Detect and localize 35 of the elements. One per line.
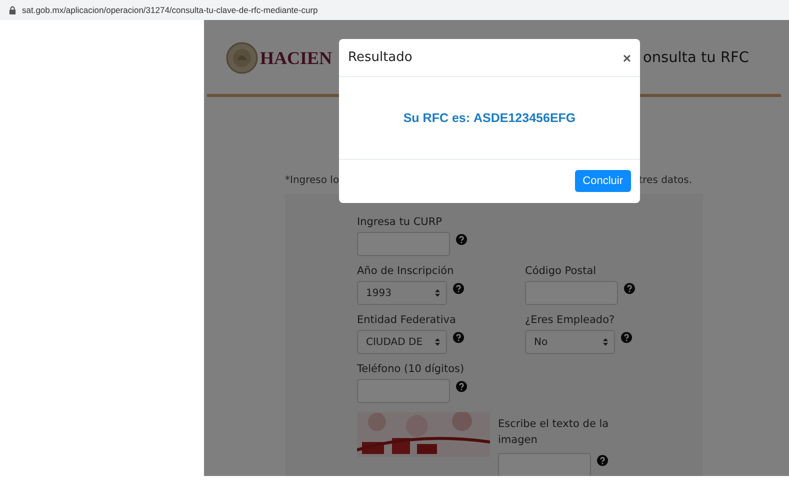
result-message: Su RFC es: ASDE123456EFG xyxy=(403,111,576,125)
instruction-text: *Ingreso lo xyxy=(285,175,340,186)
sort-icon xyxy=(603,338,608,346)
select-field[interactable]: No xyxy=(525,330,615,354)
help-icon[interactable] xyxy=(453,283,464,294)
help-icon[interactable] xyxy=(453,332,464,343)
select-field[interactable]: 1993 xyxy=(357,281,447,305)
field-label: Año de Inscripción xyxy=(357,265,455,277)
url-text: sat.gob.mx/aplicacion/operacion/31274/consulta-tu-clave-de-rfc-mediante-curp xyxy=(22,5,318,15)
field-label: Ingresa tu CURP xyxy=(357,216,443,228)
select-field[interactable]: CIUDAD DE xyxy=(357,330,447,354)
field-label: Teléfono (10 dígitos) xyxy=(357,363,466,375)
input-field[interactable] xyxy=(357,232,450,256)
input-field[interactable] xyxy=(498,452,591,476)
address-bar[interactable]: sat.gob.mx/aplicacion/operacion/31274/consulta-tu-clave-de-rfc-mediante-curp xyxy=(0,0,789,20)
sort-icon xyxy=(435,338,440,346)
sort-icon xyxy=(435,289,440,297)
input-field[interactable] xyxy=(357,379,450,403)
help-icon[interactable] xyxy=(456,381,467,392)
field-label: Código Postal xyxy=(525,265,598,277)
close-button[interactable]: × xyxy=(622,50,631,66)
input-field[interactable] xyxy=(525,281,618,305)
field-label: Entidad Federativa xyxy=(357,314,457,326)
field-label: ¿Eres Empleado? xyxy=(525,314,616,326)
help-icon[interactable] xyxy=(597,454,608,466)
lock-icon xyxy=(9,6,16,14)
dialog-title: Resultado xyxy=(348,50,412,65)
page-title: onsulta tu RFC xyxy=(642,50,749,66)
emblem-icon xyxy=(226,42,258,74)
help-icon[interactable] xyxy=(624,283,635,294)
conclude-button[interactable]: Concluir xyxy=(574,170,631,192)
help-icon[interactable] xyxy=(456,234,467,245)
help-icon[interactable] xyxy=(621,332,632,343)
captcha-label: Escribe el texto de la imagen xyxy=(498,417,610,448)
logo-text: HACIEN xyxy=(260,48,332,68)
